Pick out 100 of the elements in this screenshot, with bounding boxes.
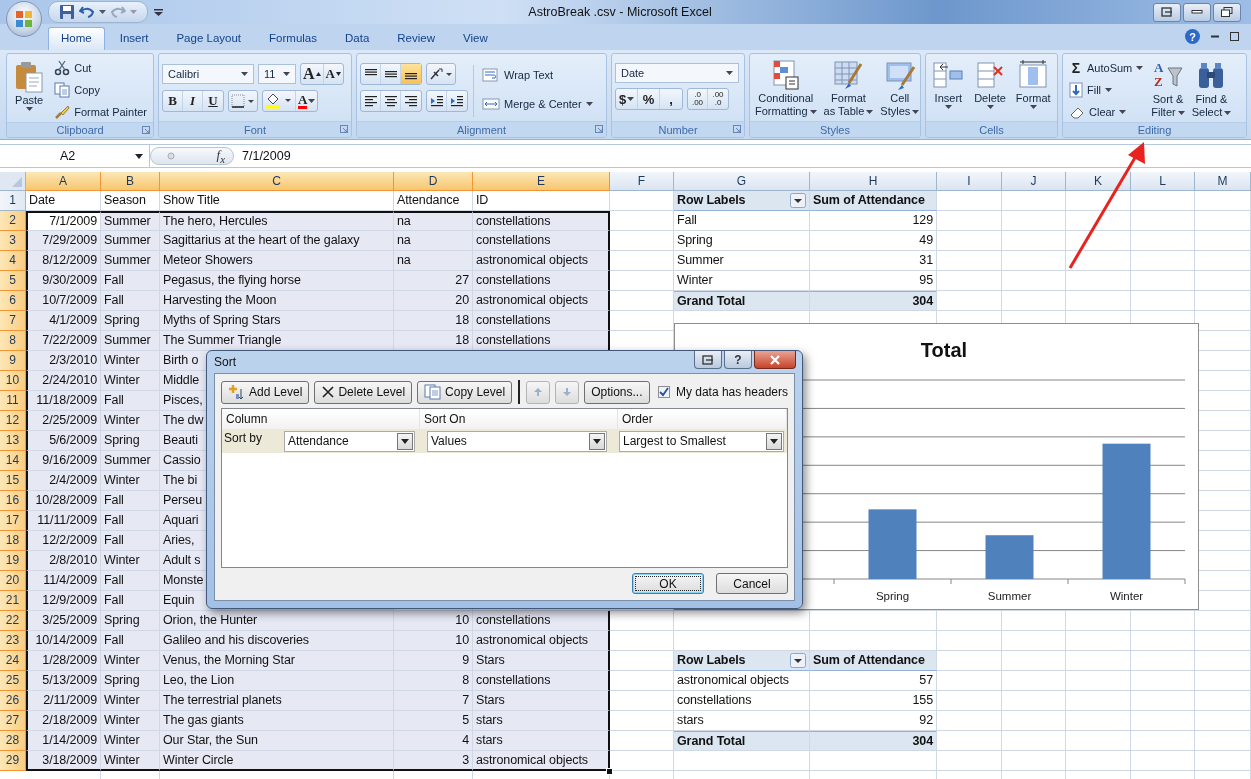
row-header[interactable]: 13 (0, 431, 26, 451)
switch-window-button[interactable] (1153, 2, 1181, 22)
column-header[interactable]: C (160, 172, 394, 191)
dialog-button[interactable]: Cancel (716, 573, 788, 594)
collapse-button[interactable] (694, 351, 722, 369)
filter-dropdown-icon[interactable] (790, 653, 806, 668)
dialog-button[interactable]: OK (632, 573, 704, 594)
shrink-font-button[interactable]: A (323, 64, 343, 84)
font-name-field[interactable]: Calibri (162, 64, 254, 84)
styles-button[interactable]: Conditional Formatting (753, 57, 819, 121)
row-header[interactable]: 25 (0, 671, 26, 691)
help-button[interactable]: ? (724, 351, 752, 369)
close-button[interactable] (754, 351, 796, 369)
ribbon-tab[interactable]: Formulas (256, 27, 330, 50)
ribbon-tab[interactable]: Home (48, 27, 105, 50)
number-format-button[interactable]: $ (616, 89, 638, 109)
decimal-button[interactable]: .0 .00 (688, 89, 708, 109)
column-header[interactable]: B (101, 172, 160, 191)
order-dropdown[interactable]: Largest to Smallest (619, 430, 784, 452)
ribbon-tab[interactable]: View (450, 27, 501, 50)
cells-button[interactable]: Insert (930, 57, 967, 121)
row-header[interactable]: 29 (0, 751, 26, 771)
borders-button[interactable] (229, 91, 257, 111)
options-button[interactable]: Options... (584, 380, 650, 404)
number-format-button[interactable]: , (660, 89, 682, 109)
font-size-field[interactable]: 11 (258, 64, 296, 84)
level-button[interactable]: Add Level (221, 380, 310, 404)
column-header[interactable]: D (394, 172, 473, 191)
row-header[interactable]: 10 (0, 371, 26, 391)
cells-button[interactable]: Format (1013, 57, 1053, 121)
row-header[interactable]: 7 (0, 311, 26, 331)
handle-icon[interactable] (167, 152, 175, 160)
grow-font-button[interactable]: A (301, 64, 324, 84)
column-header[interactable]: G (674, 172, 810, 191)
row-header[interactable]: 1 (0, 191, 26, 211)
styles-button[interactable]: Format as Table (821, 57, 876, 121)
checkbox-label[interactable]: My data has headers (675, 385, 788, 399)
column-header[interactable]: H (810, 172, 937, 191)
minimize-button[interactable] (1183, 2, 1211, 22)
customize-icon[interactable] (154, 7, 163, 17)
row-header[interactable]: 20 (0, 571, 26, 591)
ribbon-tab[interactable]: Data (332, 27, 383, 50)
column-header[interactable]: M (1195, 172, 1251, 191)
row-header[interactable]: 22 (0, 611, 26, 631)
row-header[interactable]: 21 (0, 591, 26, 611)
row-header[interactable]: 28 (0, 731, 26, 751)
column-header[interactable]: F (610, 172, 674, 191)
column-header[interactable]: I (937, 172, 1002, 191)
row-header[interactable]: 17 (0, 511, 26, 531)
font-style-button[interactable]: U (203, 91, 223, 111)
ribbon-tab[interactable]: Review (384, 27, 448, 50)
decimal-button[interactable]: .00 .0 (708, 89, 728, 109)
row-header[interactable]: 3 (0, 231, 26, 251)
row-header[interactable]: 4 (0, 251, 26, 271)
column-header[interactable]: E (473, 172, 610, 191)
restore-icon[interactable] (1230, 32, 1239, 41)
cells-button[interactable]: Delete (972, 57, 1009, 121)
dialog-launcher-icon[interactable] (340, 125, 348, 133)
name-box[interactable]: A2 (0, 145, 150, 167)
row-header[interactable]: 19 (0, 551, 26, 571)
sort-level-row[interactable]: Sort by Attendance Values Largest to Smallest (222, 429, 787, 453)
formula-field[interactable]: 7/1/2009 (234, 149, 1251, 163)
row-header[interactable]: 15 (0, 471, 26, 491)
clipboard-button[interactable]: Cut (51, 57, 150, 78)
fill-handle[interactable] (606, 768, 613, 775)
filter-dropdown-icon[interactable] (790, 193, 806, 208)
checkbox[interactable] (657, 386, 670, 398)
column-header[interactable]: J (1002, 172, 1066, 191)
editing-button[interactable]: Fill (1066, 79, 1147, 100)
level-button[interactable]: Delete Level (314, 380, 413, 404)
row-header[interactable]: 16 (0, 491, 26, 511)
minimize-icon[interactable] (1210, 35, 1220, 38)
font-style-button[interactable]: B (163, 91, 183, 111)
row-header[interactable]: 8 (0, 331, 26, 351)
ribbon-tab[interactable]: Insert (106, 27, 162, 50)
editing-button[interactable]: Clear (1066, 101, 1147, 122)
insert-function-button[interactable]: f$_{x}$ (216, 147, 225, 165)
row-header[interactable]: 27 (0, 711, 26, 731)
clipboard-button[interactable]: Format Painter (51, 101, 150, 122)
dialog-launcher-icon[interactable] (733, 125, 741, 133)
paste-button[interactable]: Paste (10, 57, 49, 122)
dialog-launcher-icon[interactable] (595, 125, 603, 133)
row-header[interactable]: 24 (0, 651, 26, 671)
restore-button[interactable] (1213, 2, 1241, 22)
column-header[interactable]: A (26, 172, 101, 191)
column-header[interactable]: L (1131, 172, 1195, 191)
row-header[interactable]: 14 (0, 451, 26, 471)
save-icon[interactable] (59, 4, 75, 20)
wrap-text-button[interactable]: Wrap Text (479, 63, 596, 87)
row-header[interactable]: 23 (0, 631, 26, 651)
merge-center-button[interactable]: Merge & Center (479, 92, 596, 116)
help-button[interactable]: ? (1185, 29, 1200, 44)
clipboard-button[interactable]: Copy (51, 79, 150, 100)
row-header[interactable]: 11 (0, 391, 26, 411)
dialog-launcher-icon[interactable] (142, 126, 150, 134)
editing-big-button[interactable]: A Z Sort & Filter (1149, 57, 1187, 122)
row-header[interactable]: 5 (0, 271, 26, 291)
office-button[interactable] (6, 1, 42, 37)
sort-column-dropdown[interactable]: Attendance (284, 430, 415, 452)
column-header[interactable]: K (1066, 172, 1131, 191)
